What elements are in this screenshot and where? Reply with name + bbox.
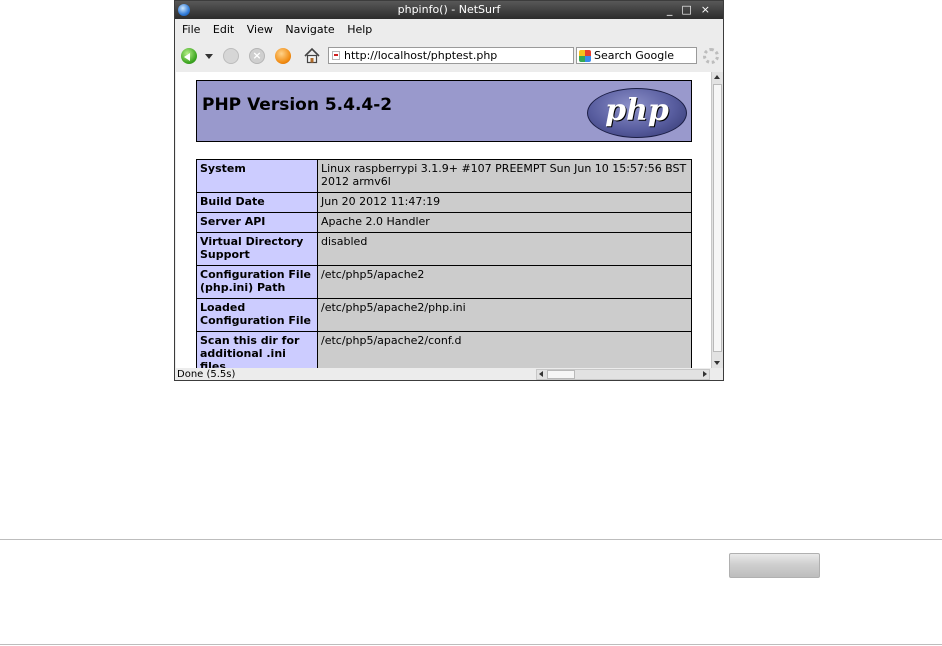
scroll-left-arrow-icon[interactable]: [539, 371, 543, 377]
table-row: Build Date Jun 20 2012 11:47:19: [196, 192, 692, 213]
menu-help[interactable]: Help: [347, 23, 372, 36]
row-name: Virtual Directory Support: [196, 232, 318, 266]
row-value: Jun 20 2012 11:47:19: [317, 192, 692, 213]
scroll-down-arrow-icon[interactable]: [714, 361, 720, 365]
netsurf-globe-icon[interactable]: [178, 4, 190, 16]
table-row: Loaded Configuration File /etc/php5/apac…: [196, 298, 692, 332]
dialog-button[interactable]: [729, 553, 820, 578]
url-input[interactable]: http://localhost/phptest.php: [328, 47, 574, 64]
menu-navigate[interactable]: Navigate: [285, 23, 334, 36]
table-row: Scan this dir for additional .ini files …: [196, 331, 692, 368]
page-title: PHP Version 5.4.4-2: [202, 95, 393, 115]
throbber-icon: [703, 48, 719, 64]
page-favicon-icon: [332, 51, 340, 60]
table-row: Server API Apache 2.0 Handler: [196, 212, 692, 233]
maximize-icon[interactable]: □: [681, 3, 700, 16]
google-icon: [579, 50, 591, 62]
history-dropdown-icon[interactable]: [205, 54, 213, 63]
row-name: Configuration File (php.ini) Path: [196, 265, 318, 299]
phpinfo-table: System Linux raspberrypi 3.1.9+ #107 PRE…: [196, 159, 692, 368]
horizontal-scrollbar[interactable]: [536, 369, 710, 380]
php-version-header: PHP Version 5.4.4-2 php: [196, 80, 692, 142]
vertical-scroll-thumb[interactable]: [713, 84, 722, 352]
row-value: Linux raspberrypi 3.1.9+ #107 PREEMPT Su…: [317, 159, 692, 193]
vertical-scrollbar[interactable]: [711, 72, 723, 368]
divider: [0, 644, 942, 645]
row-value: Apache 2.0 Handler: [317, 212, 692, 233]
window-title: phpinfo() - NetSurf: [397, 3, 501, 16]
row-name: Server API: [196, 212, 318, 233]
table-row: System Linux raspberrypi 3.1.9+ #107 PRE…: [196, 159, 692, 193]
page-viewport[interactable]: PHP Version 5.4.4-2 php System Linux ras…: [176, 72, 711, 368]
back-icon[interactable]: [181, 48, 197, 64]
divider: [0, 539, 942, 540]
menu-edit[interactable]: Edit: [213, 23, 234, 36]
row-name: Scan this dir for additional .ini files: [196, 331, 318, 368]
reload-icon[interactable]: [275, 48, 291, 64]
row-name: Loaded Configuration File: [196, 298, 318, 332]
table-row: Configuration File (php.ini) Path /etc/p…: [196, 265, 692, 299]
row-value: /etc/php5/apache2: [317, 265, 692, 299]
menu-bar: File Edit View Navigate Help: [175, 20, 723, 40]
row-value: /etc/php5/apache2/php.ini: [317, 298, 692, 332]
search-placeholder: Search Google: [594, 49, 675, 62]
status-bar: Done (5.5s): [175, 368, 723, 380]
scroll-up-arrow-icon[interactable]: [714, 75, 720, 79]
php-logo: php: [587, 88, 687, 138]
status-text: Done (5.5s): [177, 369, 236, 380]
row-value: /etc/php5/apache2/conf.d: [317, 331, 692, 368]
url-text: http://localhost/phptest.php: [344, 49, 498, 62]
close-icon[interactable]: ×: [701, 3, 719, 16]
window-controls: _□×: [667, 1, 719, 19]
toolbar: × http://localhost/phptest.php Search Go…: [175, 41, 723, 71]
row-value: disabled: [317, 232, 692, 266]
forward-icon[interactable]: [223, 48, 239, 64]
menu-file[interactable]: File: [182, 23, 200, 36]
row-name: Build Date: [196, 192, 318, 213]
scroll-right-arrow-icon[interactable]: [703, 371, 707, 377]
horizontal-scroll-thumb[interactable]: [547, 370, 575, 379]
home-icon[interactable]: [303, 47, 321, 65]
browser-window: phpinfo() - NetSurf _□× File Edit View N…: [174, 0, 724, 381]
minimize-icon[interactable]: _: [667, 3, 682, 16]
stop-icon[interactable]: ×: [249, 48, 265, 64]
menu-view[interactable]: View: [247, 23, 273, 36]
row-name: System: [196, 159, 318, 193]
search-input[interactable]: Search Google: [576, 47, 697, 64]
table-row: Virtual Directory Support disabled: [196, 232, 692, 266]
title-bar[interactable]: phpinfo() - NetSurf _□×: [175, 1, 723, 19]
